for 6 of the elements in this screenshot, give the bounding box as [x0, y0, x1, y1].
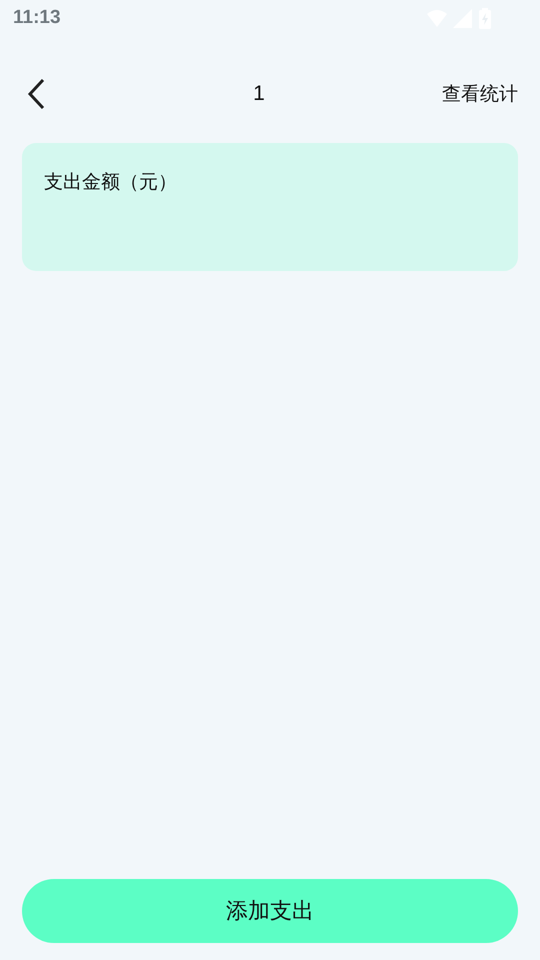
view-statistics-link[interactable]: 查看统计 [442, 81, 518, 107]
status-time: 11:13 [13, 7, 61, 29]
add-expense-button[interactable]: 添加支出 [22, 879, 518, 943]
amount-label: 支出金额（元） [44, 171, 177, 193]
back-icon[interactable] [26, 79, 46, 109]
page-title: 1 [252, 82, 265, 106]
